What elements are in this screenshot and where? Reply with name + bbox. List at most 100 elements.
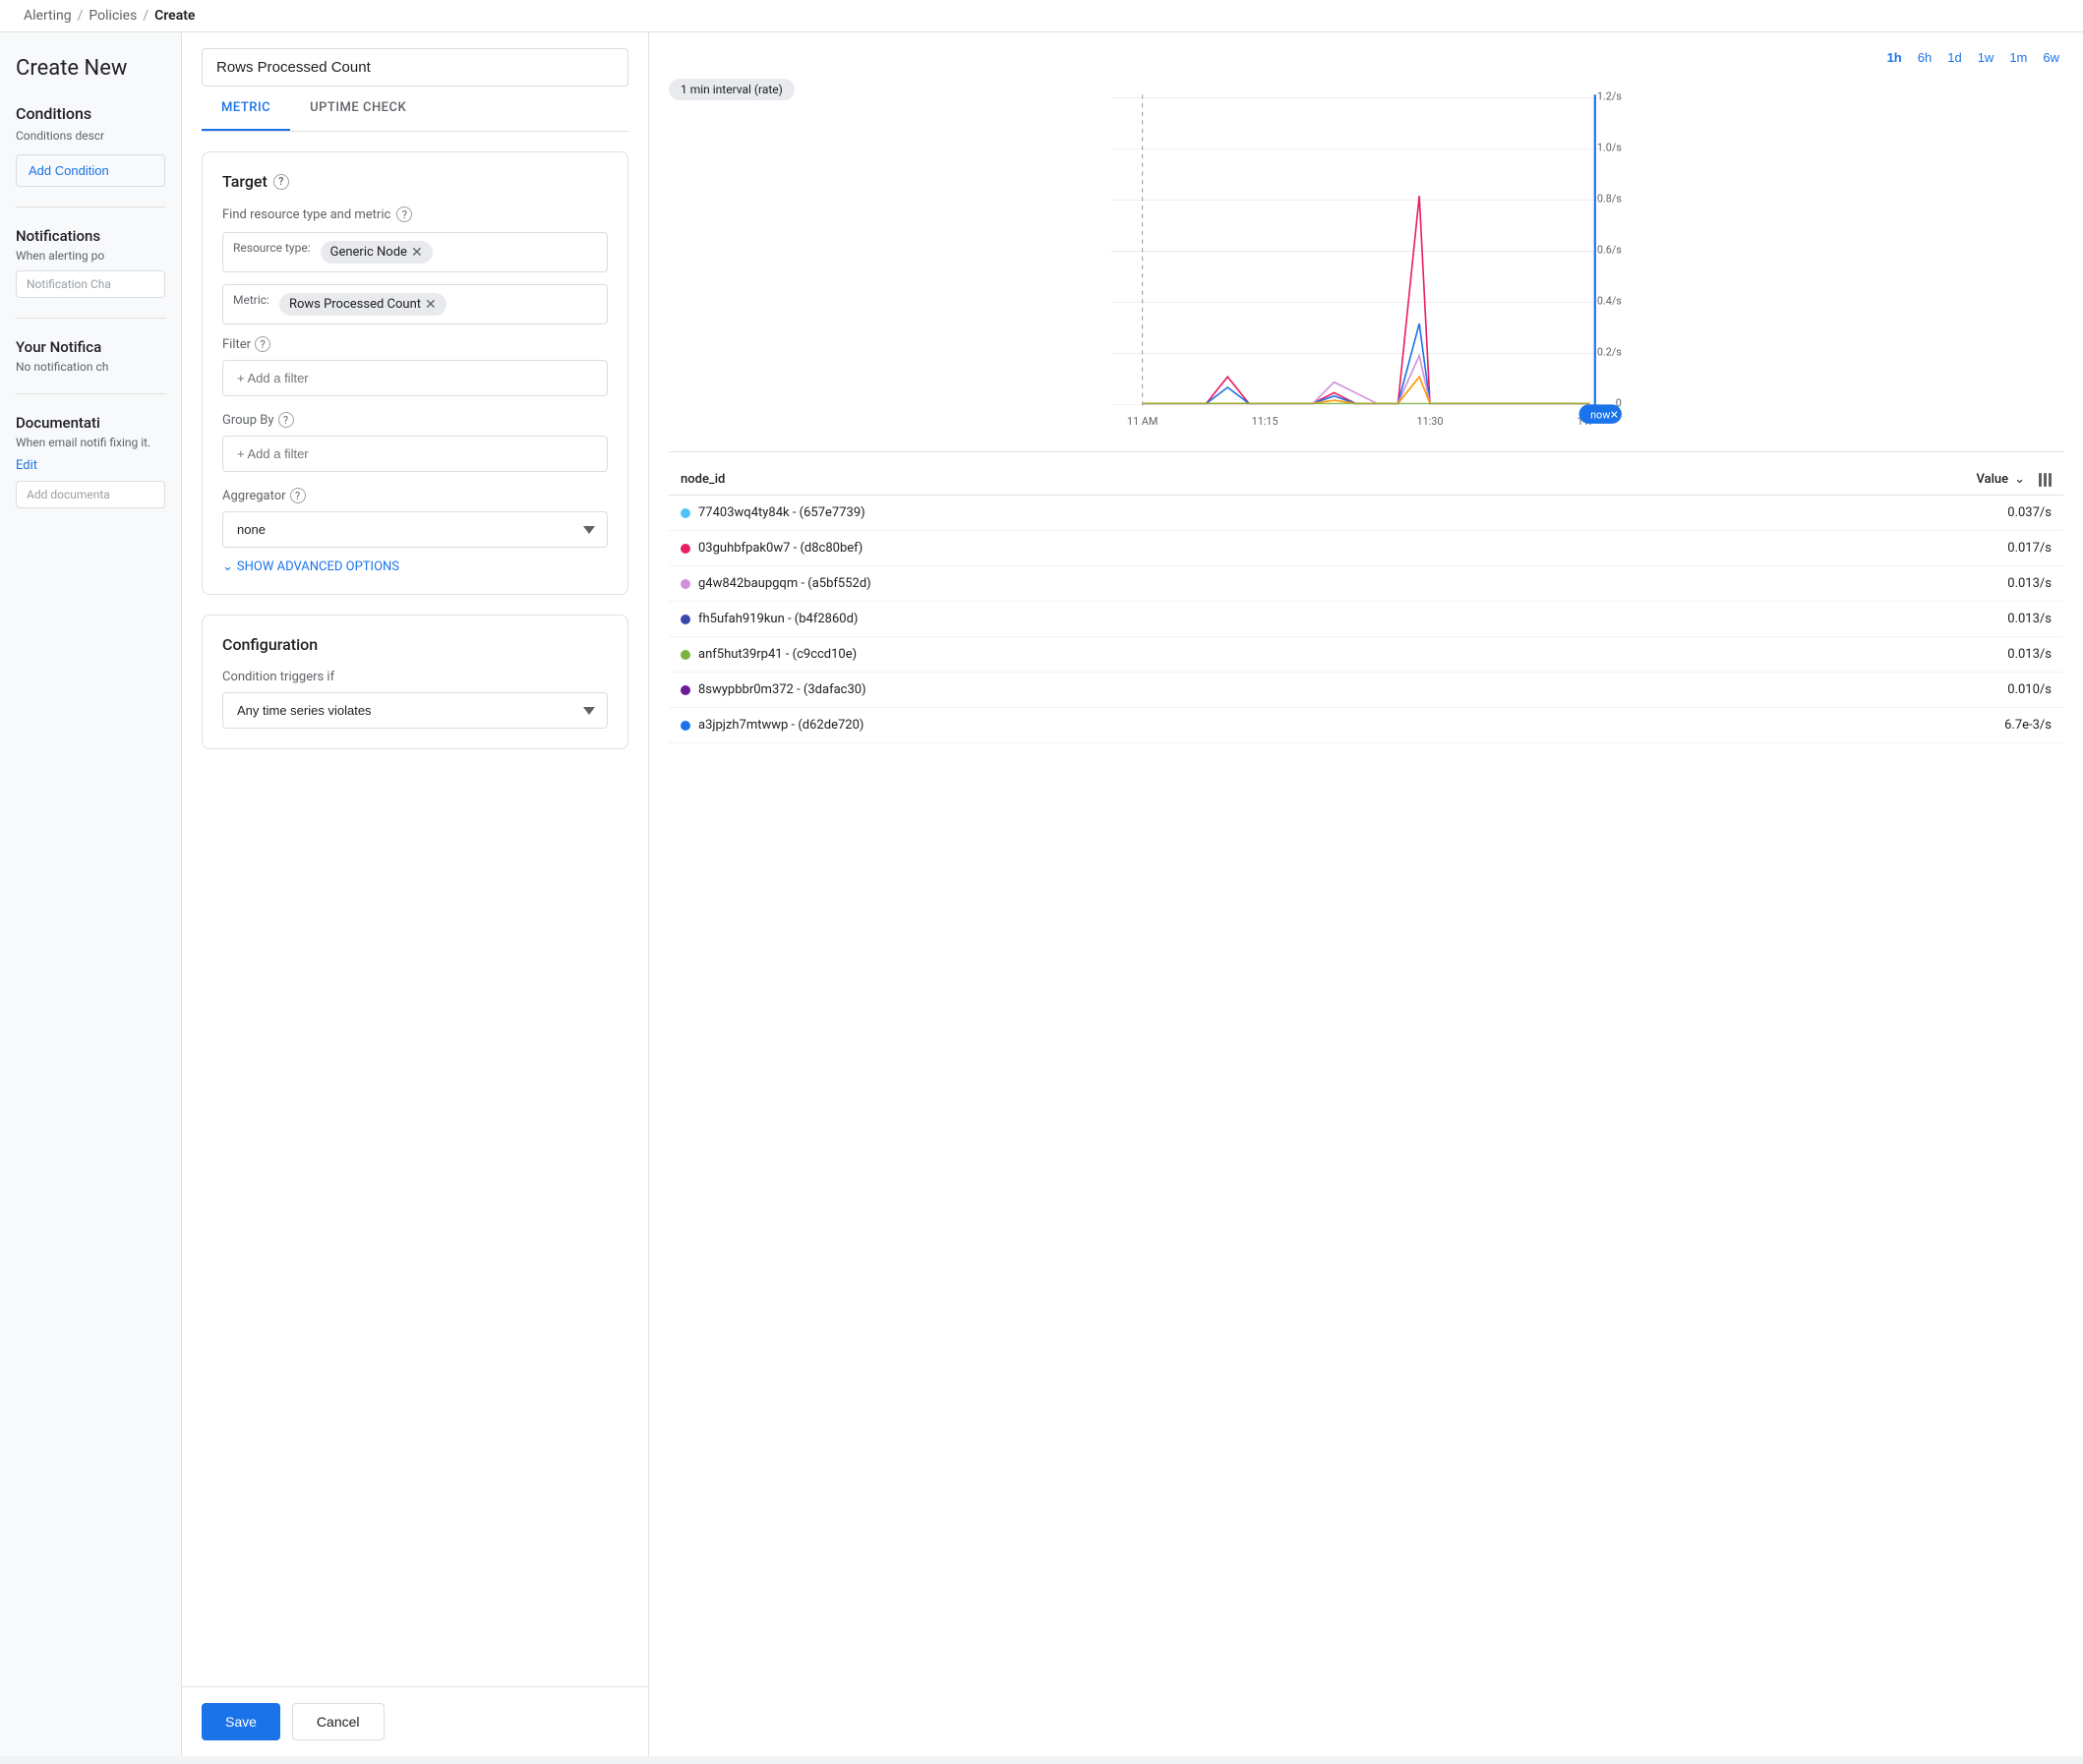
value-cell: 0.010/s [2007,682,2052,697]
target-help-icon[interactable]: ? [273,174,289,190]
notifications-title: Notifications [16,227,165,245]
target-section: Target ? Find resource type and metric ?… [202,151,628,595]
your-notifications-title: Your Notifica [16,338,165,356]
svg-text:1.2/s: 1.2/s [1597,90,1622,103]
chevron-down-icon: ⌄ [222,559,233,574]
svg-text:1.0/s: 1.0/s [1597,142,1622,154]
table-row: 8swypbbr0m372 - (3dafac30) 0.010/s [669,673,2063,708]
value-cell: 0.013/s [2007,612,2052,626]
metric-label: Metric: [233,293,269,316]
form-panel: ‹ METRIC UPTIME CHECK › Target ? Find re… [182,32,649,1756]
table-row: g4w842baupgqm - (a5bf552d) 0.013/s [669,566,2063,602]
svg-text:11:15: 11:15 [1252,415,1279,428]
node-id-cell: g4w842baupgqm - (a5bf552d) [698,576,871,591]
documentation-desc: When email notifi fixing it. [16,436,165,449]
filter-field-label: Filter ? [222,336,608,352]
breadcrumb-sep1: / [78,8,84,24]
time-1d-button[interactable]: 1d [1943,48,1965,67]
breadcrumb-policies[interactable]: Policies [89,8,137,24]
tab-uptime-check[interactable]: UPTIME CHECK [290,87,426,131]
find-resource-label: Find resource type and metric ? [222,206,608,222]
save-button[interactable]: Save [202,1703,280,1740]
group-by-label: Group By ? [222,412,608,428]
conditions-desc: Conditions descr [16,129,165,143]
configuration-title: Configuration [222,635,608,654]
group-by-input[interactable] [222,436,608,472]
columns-icon[interactable] [2039,473,2052,487]
value-cell: 0.013/s [2007,576,2052,591]
condition-triggers-select[interactable]: Any time series violates All time series… [222,692,608,729]
target-section-title: Target ? [222,172,608,191]
page-title: Create New [16,56,165,81]
resource-type-chip[interactable]: Generic Node ✕ [321,241,433,264]
aggregator-select[interactable]: nonemeansumminmaxcount [222,511,608,548]
resource-tags-container[interactable]: Resource type: Generic Node ✕ [222,232,608,272]
notification-channel-input[interactable]: Notification Cha [16,270,165,298]
time-controls: 1h 6h 1d 1w 1m 6w [669,48,2063,67]
table-row: anf5hut39rp41 - (c9ccd10e) 0.013/s [669,637,2063,673]
documentation-title: Documentati [16,414,165,432]
svg-text:0.6/s: 0.6/s [1597,244,1622,257]
node-id-cell: 77403wq4ty84k - (657e7739) [698,505,865,520]
add-condition-button[interactable]: Add Condition [16,154,165,187]
breadcrumb: Alerting / Policies / Create [0,0,2083,32]
table-row: a3jpjzh7mtwwp - (d62de720) 6.7e-3/s [669,708,2063,743]
sort-icon[interactable]: ⌄ [2014,472,2025,487]
svg-text:0.2/s: 0.2/s [1597,346,1622,359]
node-id-cell: a3jpjzh7mtwwp - (d62de720) [698,718,863,733]
conditions-title: Conditions [16,104,165,123]
metric-chip[interactable]: Rows Processed Count ✕ [279,293,446,316]
data-table-rows: 77403wq4ty84k - (657e7739) 0.037/s 03guh… [669,496,2063,743]
chart-panel: 1h 6h 1d 1w 1m 6w 1 min interval (rate) … [649,32,2083,1756]
table-row: fh5ufah919kun - (b4f2860d) 0.013/s [669,602,2063,637]
node-id-cell: 03guhbfpak0w7 - (d8c80bef) [698,541,863,556]
form-footer: Save Cancel [182,1686,648,1756]
breadcrumb-alerting[interactable]: Alerting [24,8,72,24]
documentation-edit-link[interactable]: Edit [16,458,37,473]
cancel-button[interactable]: Cancel [292,1703,385,1740]
svg-text:11 AM: 11 AM [1127,415,1158,428]
resource-type-label: Resource type: [233,241,311,264]
svg-text:0.4/s: 0.4/s [1597,295,1622,308]
svg-text:now: now [1590,408,1610,421]
value-cell: 6.7e-3/s [2004,718,2052,733]
aggregator-help-icon[interactable]: ? [290,488,306,503]
value-cell: 0.013/s [2007,647,2052,662]
add-documentation-input[interactable]: Add documenta [16,481,165,508]
node-id-cell: 8swypbbr0m372 - (3dafac30) [698,682,866,697]
condition-triggers-label: Condition triggers if [222,670,608,684]
time-6w-button[interactable]: 6w [2039,48,2063,67]
value-cell: 0.037/s [2007,505,2052,520]
svg-text:11:30: 11:30 [1417,415,1444,428]
filter-input[interactable] [222,360,608,396]
time-1w-button[interactable]: 1w [1974,48,1998,67]
aggregator-label: Aggregator ? [222,488,608,503]
chart-container: 1 min interval (rate) 1.2/s 1.0/s 0.8/s … [669,79,2063,452]
left-panel: Create New Conditions Conditions descr A… [0,32,182,1756]
svg-text:0.8/s: 0.8/s [1597,193,1622,206]
notifications-desc: When alerting po [16,249,165,263]
your-notifications-desc: No notification ch [16,360,165,374]
resource-type-remove-icon[interactable]: ✕ [411,246,423,260]
col-node-id: node_id [681,472,725,487]
metric-remove-icon[interactable]: ✕ [425,298,437,312]
time-6h-button[interactable]: 6h [1914,48,1935,67]
advanced-options-toggle[interactable]: ⌄ SHOW ADVANCED OPTIONS [222,559,608,574]
node-id-cell: fh5ufah919kun - (b4f2860d) [698,612,858,626]
value-cell: 0.017/s [2007,541,2052,556]
time-1m-button[interactable]: 1m [2005,48,2031,67]
chart-interval-badge: 1 min interval (rate) [669,79,795,100]
breadcrumb-create: Create [154,8,195,24]
time-1h-button[interactable]: 1h [1883,48,1906,67]
node-id-cell: anf5hut39rp41 - (c9ccd10e) [698,647,857,662]
table-header: node_id Value ⌄ [669,464,2063,496]
filter-help-icon[interactable]: ? [255,336,270,352]
breadcrumb-sep2: / [143,8,149,24]
col-value: Value ⌄ [1976,472,2052,487]
metric-title-input[interactable] [202,48,628,87]
metric-tags-container[interactable]: Metric: Rows Processed Count ✕ [222,284,608,324]
find-resource-help-icon[interactable]: ? [396,206,412,222]
group-by-help-icon[interactable]: ? [278,412,294,428]
chart-svg: 1.2/s 1.0/s 0.8/s 0.6/s 0.4/s 0.2/s 0 [669,79,2063,451]
tab-metric[interactable]: METRIC [202,87,290,131]
